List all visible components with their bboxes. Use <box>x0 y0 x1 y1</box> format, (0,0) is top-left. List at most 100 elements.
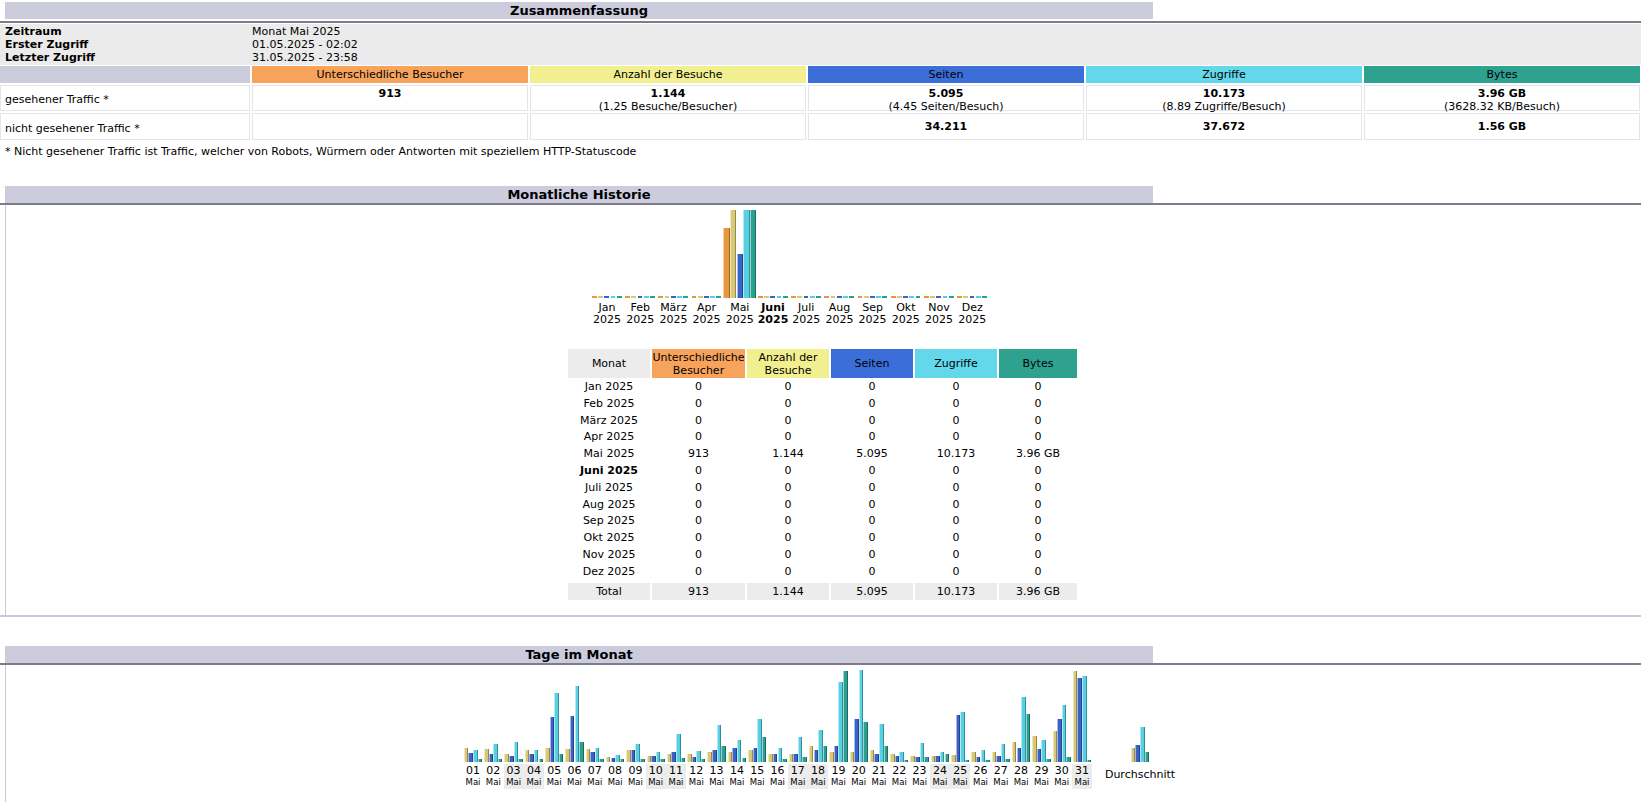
month-bar-März-2025-Bytes <box>683 296 688 298</box>
day-bar-09-Bytes <box>640 759 645 762</box>
monthly-row-März-2025-col1: 0 <box>652 413 745 430</box>
monthly-row-Juni-2025-col3: 0 <box>831 463 913 480</box>
info-label-erster-zugriff: Erster Zugriff <box>5 38 88 51</box>
day-bar-17-Bytes <box>802 757 807 762</box>
monthly-row-Juni-2025-col0: Juni 2025 <box>568 463 650 480</box>
monthly-row-Juli-2025-col5: 0 <box>999 480 1077 497</box>
monthly-row-Feb-2025-col2: 0 <box>747 396 829 413</box>
summary-seen-unique: 913 <box>252 85 528 111</box>
day-bar-06-Bytes <box>579 742 584 762</box>
summary-seen-visits: 1.144 (1.25 Besuche/Besucher) <box>530 85 806 111</box>
month-bar-Sep-2025-Seiten <box>870 296 875 298</box>
day-bar-03-Bytes <box>518 759 523 762</box>
day-bar-13-Bytes <box>721 746 726 762</box>
monthly-row-Aug-2025-col4: 0 <box>915 497 997 514</box>
monthly-row-Dez-2025-col2: 0 <box>747 564 829 581</box>
summary-seen-bytes-value: 3.96 GB <box>1365 87 1639 100</box>
info-value-letzter-zugriff: 31.05.2025 - 23:58 <box>252 51 358 64</box>
monthly-row-Feb-2025-col0: Feb 2025 <box>568 396 650 413</box>
summary-unseen-pages-value: 34.211 <box>925 120 967 133</box>
monthly-row-Mai-2025-col3: 5.095 <box>831 446 913 463</box>
monthly-row-Nov-2025-col5: 0 <box>999 547 1077 564</box>
month-bar-Mai-2025-Bytes <box>750 210 757 298</box>
monthly-row-Nov-2025-col2: 0 <box>747 547 829 564</box>
day-bar-05-Bytes <box>559 754 564 762</box>
monthly-total-col2: 1.144 <box>747 583 829 600</box>
monthly-row-Okt-2025-col2: 0 <box>747 530 829 547</box>
summary-unseen-hits: 37.672 <box>1086 113 1362 140</box>
monthly-row-Okt-2025-col1: 0 <box>652 530 745 547</box>
monthly-row-Okt-2025-col3: 0 <box>831 530 913 547</box>
monthly-table-header-text: UnterschiedlicheBesucher <box>652 349 745 378</box>
summary-seen-hits-value: 10.173 <box>1087 87 1361 100</box>
info-value-erster-zugriff: 01.05.2025 - 02:02 <box>252 38 358 51</box>
summary-seen-unique-value: 913 <box>253 87 527 100</box>
summary-seen-bytes-sub: (3628.32 KB/Besuch) <box>1365 100 1639 113</box>
day-bar-11-Bytes <box>681 758 686 762</box>
month-bar-Juni-2025-Zugriffe <box>777 296 782 298</box>
day-bar-25-Bytes <box>965 760 970 762</box>
summary-seen-visits-value: 1.144 <box>531 87 805 100</box>
day-bar-22-Bytes <box>904 760 909 762</box>
summary-unseen-unique <box>252 113 528 140</box>
month-bar-Nov-2025-Unterschiedliche Besucher <box>924 296 929 298</box>
monthly-row-Jan-2025-col4: 0 <box>915 379 997 396</box>
day-bar-08-Bytes <box>620 759 625 762</box>
info-label-letzter-zugriff: Letzter Zugriff <box>5 51 95 64</box>
month-bar-Nov-2025-Zugriffe <box>943 296 948 298</box>
month-bar-Juli-2025-Anzahl der Besuche <box>797 296 802 298</box>
summary-header-hits: Zugriffe <box>1086 66 1362 83</box>
monthly-row-Apr-2025-col1: 0 <box>652 429 745 446</box>
day-bar-30-Bytes <box>1066 757 1071 762</box>
monthly-row-Jan-2025-col2: 0 <box>747 379 829 396</box>
summary-seen-pages-sub: (4.45 Seiten/Besuch) <box>809 100 1083 113</box>
day-bar-27-Bytes <box>1005 759 1010 762</box>
monthly-row-Mai-2025-col0: Mai 2025 <box>568 446 650 463</box>
month-year-label-Dez: 2025 <box>948 313 996 326</box>
monthly-box-bottom-border <box>0 615 1641 617</box>
month-bar-Okt-2025-Zugriffe <box>909 296 914 298</box>
month-bar-Aug-2025-Zugriffe <box>843 296 848 298</box>
monthly-row-Sep-2025-col0: Sep 2025 <box>568 513 650 530</box>
month-bar-Aug-2025-Unterschiedliche Besucher <box>824 296 829 298</box>
monthly-row-Nov-2025-col0: Nov 2025 <box>568 547 650 564</box>
monthly-row-Aug-2025-col2: 0 <box>747 497 829 514</box>
monthly-row-März-2025-col5: 0 <box>999 413 1077 430</box>
summary-header-unique-visitors: Unterschiedliche Besucher <box>252 66 528 83</box>
month-bar-Juni-2025-Bytes <box>783 296 788 298</box>
daily-box-left-border <box>5 665 6 802</box>
month-bar-Mai-2025-Seiten <box>737 254 744 298</box>
summary-unseen-visits <box>530 113 806 140</box>
summary-header-bytes: Bytes <box>1364 66 1640 83</box>
monthly-row-Juli-2025-col3: 0 <box>831 480 913 497</box>
day-bar-10-Bytes <box>660 759 665 762</box>
month-bar-Aug-2025-Anzahl der Besuche <box>831 296 836 298</box>
summary-table-top-border <box>0 21 1641 23</box>
monthly-row-Sep-2025-col2: 0 <box>747 513 829 530</box>
month-bar-Feb-2025-Zugriffe <box>644 296 649 298</box>
month-bar-Sep-2025-Bytes <box>882 296 887 298</box>
month-bar-Apr-2025-Anzahl der Besuche <box>698 296 703 298</box>
day-bar-20-Bytes <box>863 722 868 762</box>
monthly-row-Dez-2025-col3: 0 <box>831 564 913 581</box>
monthly-row-Aug-2025-col5: 0 <box>999 497 1077 514</box>
monthly-row-Dez-2025-col4: 0 <box>915 564 997 581</box>
day-bar-19-Bytes <box>843 671 848 762</box>
day-bar-26-Bytes <box>985 760 990 762</box>
day-bar-07-Bytes <box>599 759 604 762</box>
summary-seen-hits: 10.173 (8.89 Zugriffe/Besuch) <box>1086 85 1362 111</box>
monthly-row-Feb-2025-col3: 0 <box>831 396 913 413</box>
monthly-box-left-border <box>5 205 6 615</box>
month-bar-Juli-2025-Zugriffe <box>810 296 815 298</box>
monthly-table-header-bytes: Bytes <box>999 349 1077 378</box>
monthly-total-col0: Total <box>568 583 650 600</box>
summary-unseen-hits-value: 37.672 <box>1203 120 1245 133</box>
day-bar-24-Bytes <box>945 754 950 762</box>
month-bar-Mai-2025-Zugriffe <box>743 210 750 298</box>
monthly-row-Mai-2025-col1: 913 <box>652 446 745 463</box>
summary-seen-pages-value: 5.095 <box>809 87 1083 100</box>
monthly-row-Aug-2025-col3: 0 <box>831 497 913 514</box>
month-bar-März-2025-Seiten <box>671 296 676 298</box>
monthly-row-Nov-2025-col1: 0 <box>652 547 745 564</box>
monthly-row-Juni-2025-col4: 0 <box>915 463 997 480</box>
